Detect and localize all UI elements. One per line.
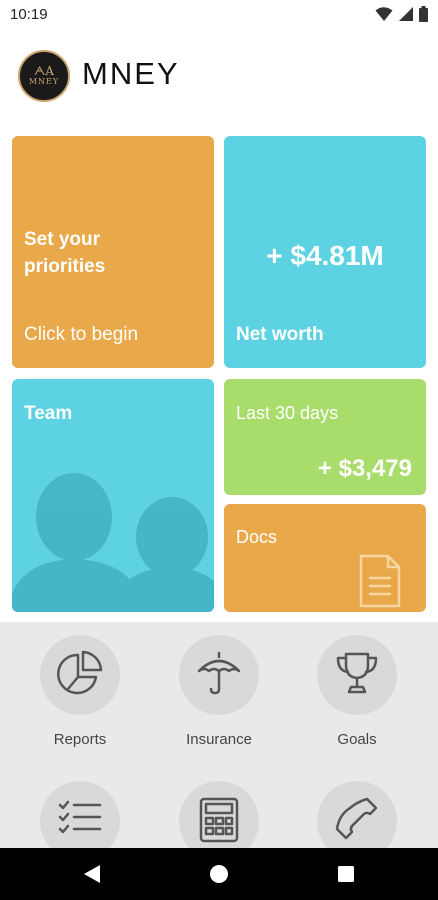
goals-label: Goals xyxy=(337,731,377,748)
net-worth-label: Net worth xyxy=(236,324,324,345)
app-title: MNEY xyxy=(82,56,180,91)
status-icons xyxy=(375,6,428,22)
reports-menu-item[interactable]: Reports xyxy=(20,635,140,748)
app-screen: 10:19 ᗅA MNEY MNEY Set your priorities C… xyxy=(0,0,438,900)
insurance-icon-circle xyxy=(179,635,259,715)
checklist-icon xyxy=(56,795,104,848)
status-time: 10:19 xyxy=(10,6,48,23)
last-30-days-label: Last 30 days xyxy=(236,403,339,423)
team-tile[interactable]: Team xyxy=(12,379,214,612)
document-icon xyxy=(358,554,402,612)
last-30-days-tile[interactable]: Last 30 days + $3,479 xyxy=(224,379,426,495)
insurance-label: Insurance xyxy=(186,731,252,748)
reports-label: Reports xyxy=(53,731,107,748)
calculator-icon xyxy=(195,795,243,848)
docs-label: Docs xyxy=(236,527,278,547)
last-30-days-value: + $3,479 xyxy=(317,455,412,482)
goals-menu-item[interactable]: Goals xyxy=(297,635,417,748)
signal-icon xyxy=(399,6,413,22)
app-logo: ᗅA MNEY xyxy=(18,50,70,102)
goals-icon-circle xyxy=(317,635,397,715)
app-header: ᗅA MNEY MNEY xyxy=(0,40,438,112)
recents-icon[interactable] xyxy=(334,862,358,886)
priorities-action: Click to begin xyxy=(24,324,139,345)
insurance-menu-item[interactable]: Insurance xyxy=(159,635,279,748)
trophy-icon xyxy=(333,649,381,702)
phone-icon xyxy=(333,795,381,848)
reports-icon-circle xyxy=(40,635,120,715)
home-icon[interactable] xyxy=(207,862,231,886)
logo-monogram: ᗅA xyxy=(34,64,54,78)
logo-text: MNEY xyxy=(28,77,60,86)
priorities-heading-line1: Set your xyxy=(24,229,101,250)
back-icon[interactable] xyxy=(80,862,104,886)
pie-chart-icon xyxy=(56,649,104,702)
priorities-heading-line2: priorities xyxy=(24,256,106,277)
net-worth-tile[interactable]: + $4.81M Net worth xyxy=(224,136,426,368)
net-worth-value: + $4.81M xyxy=(266,240,384,271)
wifi-icon xyxy=(375,6,393,22)
menu-area: Reports Insurance Goals xyxy=(0,622,438,861)
people-silhouette-icon xyxy=(12,379,214,612)
status-bar: 10:19 xyxy=(0,0,438,30)
navigation-bar xyxy=(0,848,438,900)
docs-tile[interactable]: Docs xyxy=(224,504,426,612)
priorities-tile[interactable]: Set your priorities Click to begin xyxy=(12,136,214,368)
umbrella-icon xyxy=(195,649,243,702)
battery-icon xyxy=(419,6,428,22)
